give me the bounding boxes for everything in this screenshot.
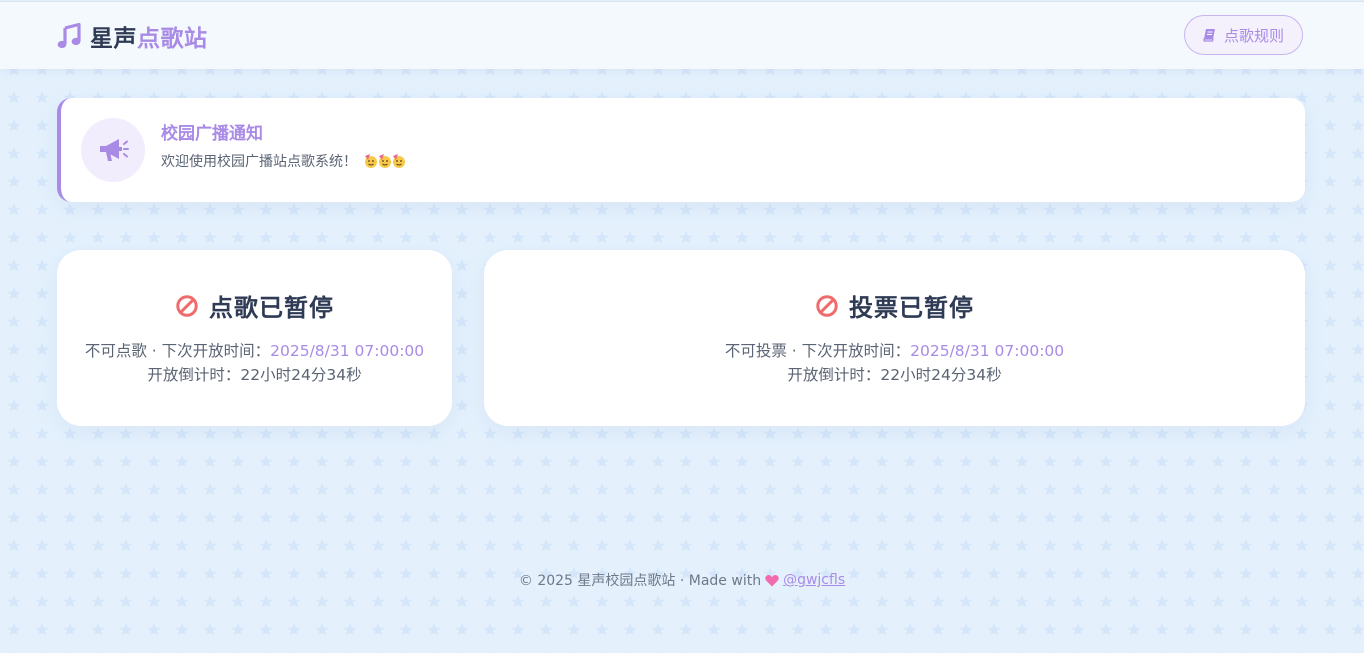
song-status-prefix: 不可点歌 · 下次开放时间： [84,342,271,360]
notice-message-text: 欢迎使用校园广播站点歌系统！ [161,154,357,170]
page-footer: © 2025 星声校园点歌站 · Made with @gwjcfls [0,570,1364,590]
vote-countdown-value: 22小时24分34秒 [880,366,1002,384]
song-status-title: 点歌已暂停 [209,294,334,322]
vote-countdown: 开放倒计时：22小时24分34秒 [484,363,1305,385]
song-countdown-label: 开放倒计时： [147,366,241,384]
book-icon [1203,28,1216,42]
heart-icon [765,574,779,587]
notice-title: 校园广播通知 [161,124,263,144]
vote-status-title: 投票已暂停 [849,294,974,322]
broadcast-notice: 校园广播通知 欢迎使用校园广播站点歌系统！ [57,98,1305,202]
song-next-open-time: 2025/8/31 07:00:00 [270,342,425,360]
song-rules-button[interactable]: 点歌规则 [1184,15,1303,55]
footer-copyright: © 2025 星声校园点歌站 · Made with [518,573,762,589]
song-rules-label: 点歌规则 [1223,26,1284,45]
vote-status-heading: 投票已暂停 [484,288,1305,323]
brand-name-accent: 点歌站 [137,26,208,52]
song-countdown: 开放倒计时：22小时24分34秒 [57,363,452,385]
song-request-status-card: 点歌已暂停 不可点歌 · 下次开放时间：2025/8/31 07:00:00 开… [57,250,452,426]
vote-next-open-time: 2025/8/31 07:00:00 [910,342,1065,360]
author-link[interactable]: @gwjcfls [783,572,845,588]
brand-logo[interactable]: 星声 点歌站 [57,16,208,56]
notice-message: 欢迎使用校园广播站点歌系统！ [161,151,407,171]
song-next-open: 不可点歌 · 下次开放时间：2025/8/31 07:00:00 [57,339,452,361]
ban-icon [815,294,839,318]
brand-name-main: 星声 [90,26,137,52]
party-face-icon [363,153,407,169]
song-countdown-value: 22小时24分34秒 [240,366,362,384]
voting-status-card: 投票已暂停 不可投票 · 下次开放时间：2025/8/31 07:00:00 开… [484,250,1305,426]
megaphone-icon [81,118,145,182]
vote-countdown-label: 开放倒计时： [787,366,881,384]
music-note-icon [57,23,81,49]
ban-icon [175,294,199,318]
vote-status-prefix: 不可投票 · 下次开放时间： [724,342,911,360]
top-navbar: 星声 点歌站 点歌规则 [0,1,1364,69]
song-status-heading: 点歌已暂停 [57,288,452,323]
vote-next-open: 不可投票 · 下次开放时间：2025/8/31 07:00:00 [484,339,1305,361]
